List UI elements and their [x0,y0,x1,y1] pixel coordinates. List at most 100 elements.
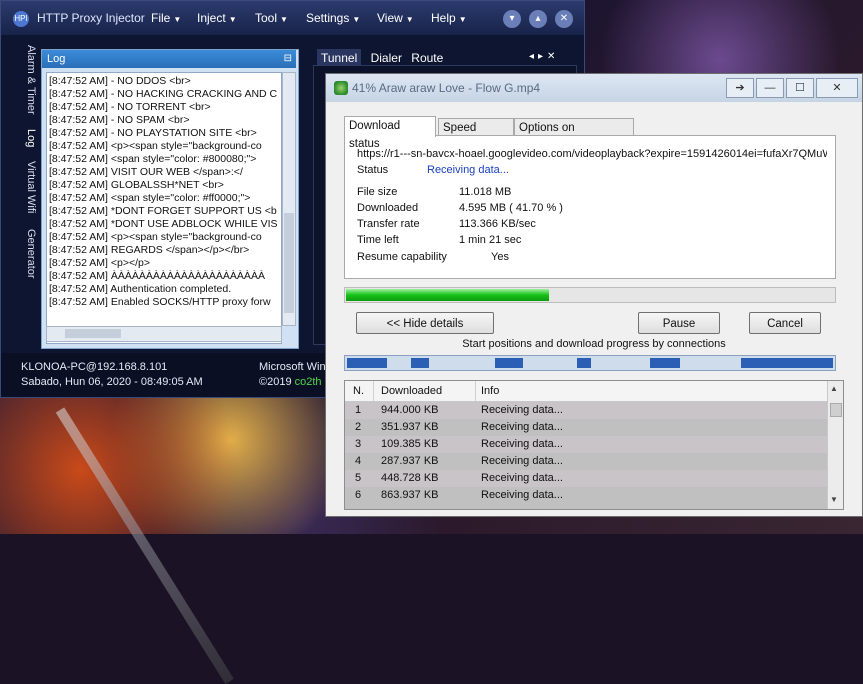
hide-details-button[interactable]: << Hide details [356,312,494,334]
table-row[interactable]: 5 448.728 KB Receiving data... [345,470,829,487]
column-header-downloaded[interactable]: Downloaded [381,385,442,397]
connections-caption: Start positions and download progress by… [462,338,726,350]
transfer-rate-label: Transfer rate [357,218,420,230]
tab-options-on-completion[interactable]: Options on completion [514,118,634,152]
scroll-thumb[interactable] [284,213,294,313]
column-divider[interactable] [373,381,374,401]
resume-capability-label: Resume capability [357,251,447,263]
close-button[interactable]: ✕ [816,78,858,98]
minimize-button[interactable]: — [756,78,784,98]
chevron-down-icon: ▼ [228,15,237,24]
log-line: [8:47:52 AM] <span style="color: #800080… [49,153,257,165]
connection-segment [650,358,680,368]
side-tab-generator[interactable]: Generator [7,229,37,279]
chevron-down-icon: ▼ [352,15,361,24]
table-body: 1 944.000 KB Receiving data... 2 351.937… [345,402,829,509]
log-line: [8:47:52 AM] - NO DDOS <br> [49,75,191,87]
cell-info: Receiving data... [481,472,563,484]
log-line: [8:47:52 AM] GLOBALSSH*NET <br> [49,179,224,191]
connections-table: N. Downloaded Info 1 944.000 KB Receivin… [344,380,844,510]
time-left-value: 1 min 21 sec [459,234,522,246]
connections-progress-bar [344,355,836,371]
table-row[interactable]: 1 944.000 KB Receiving data... [345,402,829,419]
cell-info: Receiving data... [481,489,563,501]
log-panel-title: Log [47,53,66,65]
menu-tool[interactable]: Tool ▼ [255,11,288,25]
pin-icon[interactable]: ⊟ [284,53,292,64]
cell-n: 6 [355,489,362,501]
download-dialog-title-bar[interactable]: 41% Araw araw Love - Flow G.mp4 ➔ — ☐ ✕ [326,74,862,102]
scroll-thumb[interactable] [65,329,121,338]
log-horizontal-scrollbar[interactable] [46,326,282,342]
cell-n: 5 [355,472,362,484]
log-line: [8:47:52 AM] *DONT FORGET SUPPORT US <b [49,205,277,217]
log-panel-header[interactable]: Log ⊟ [42,50,296,68]
chevron-down-icon: ▼ [280,15,288,24]
host-address: KLONOA-PC@192.168.8.101 [21,361,168,373]
menu-view[interactable]: View ▼ [377,11,414,25]
table-row[interactable]: 4 287.937 KB Receiving data... [345,453,829,470]
connection-segment [347,358,387,368]
resume-capability-value: Yes [491,251,509,263]
cell-downloaded: 287.937 KB [381,455,439,467]
cell-info: Receiving data... [481,404,563,416]
log-line: [8:47:52 AM] Enabled SOCKS/HTTP proxy fo… [49,296,271,308]
menu-file[interactable]: File ▼ [151,11,181,25]
downloaded-value: 4.595 MB ( 41.70 % ) [459,202,563,214]
table-row[interactable]: 2 351.937 KB Receiving data... [345,419,829,436]
pause-button[interactable]: Pause [638,312,720,334]
app-title: HTTP Proxy Injector [37,11,145,25]
connection-segment [741,358,833,368]
hpi-title-bar[interactable]: HPI HTTP Proxy Injector File ▼ Inject ▼ To… [1,1,584,35]
scroll-thumb[interactable] [830,403,842,417]
maximize-button[interactable]: ▴ [529,10,547,28]
download-dialog-body: Download status Speed Limiter Options on… [332,104,856,514]
tab-download-status[interactable]: Download status [344,116,436,150]
column-header-n[interactable]: N. [353,385,364,397]
menu-inject[interactable]: Inject ▼ [197,11,237,25]
minimize-button[interactable]: ▾ [503,10,521,28]
table-row[interactable]: 6 863.937 KB Receiving data... [345,487,829,504]
side-tab-alarm-timer[interactable]: Alarm & Timer [7,45,37,115]
tab-speed-limiter[interactable]: Speed Limiter [438,118,514,152]
cancel-button[interactable]: Cancel [749,312,821,334]
side-tab-strip: Alarm & Timer Log Virtual Wifi Generator [7,41,37,341]
log-line: [8:47:52 AM] VISIT OUR WEB </span>:</ [49,166,243,178]
side-tab-virtual-wifi[interactable]: Virtual Wifi [7,161,37,213]
brand-link[interactable]: co2th [295,376,322,388]
table-vertical-scrollbar[interactable]: ▲ ▼ [827,381,843,509]
cell-n: 1 [355,404,362,416]
table-row[interactable]: 3 109.385 KB Receiving data... [345,436,829,453]
cell-n: 2 [355,421,362,433]
connection-segment [411,358,429,368]
column-header-info[interactable]: Info [481,385,499,397]
log-line: [8:47:52 AM] <span style="color: #ff0000… [49,192,251,204]
download-title: 41% Araw araw Love - Flow G.mp4 [352,81,541,95]
log-line: [8:47:52 AM] <p><span style="background-… [49,140,262,152]
file-size-label: File size [357,186,398,198]
log-line: [8:47:52 AM] <p><span style="background-… [49,231,262,243]
close-button[interactable]: ✕ [555,10,573,28]
log-text-area[interactable]: [8:47:52 AM] - NO DDOS <br> [8:47:52 AM]… [46,72,282,344]
log-line: [8:47:52 AM] - NO SPAM <br> [49,114,190,126]
app-logo-icon: HPI [13,11,29,27]
connection-segment [577,358,591,368]
tab-dialer[interactable]: Dialer [371,51,402,65]
cell-downloaded: 448.728 KB [381,472,439,484]
menu-settings[interactable]: Settings ▼ [306,11,360,25]
download-progress-fill [346,289,549,301]
file-size-value: 11.018 MB [459,186,512,198]
log-vertical-scrollbar[interactable] [282,72,296,326]
scroll-down-icon[interactable]: ▼ [830,495,838,504]
cell-downloaded: 863.937 KB [381,489,439,501]
arrow-right-icon[interactable]: ➔ [726,78,754,98]
scroll-up-icon[interactable]: ▲ [830,384,838,393]
menu-help[interactable]: Help ▼ [431,11,467,25]
column-divider[interactable] [475,381,476,401]
tab-route[interactable]: Route [411,51,443,65]
log-line: [8:47:52 AM] ÀÀÀÀÀÀÀÀÀÀÀÀÀÀÀÀÀÀÀÀÀÀ [49,270,265,282]
tab-scroll-arrows[interactable]: ◂▸✕ [529,51,559,62]
log-line: [8:47:52 AM] - NO PLAYSTATION SITE <br> [49,127,257,139]
maximize-button[interactable]: ☐ [786,78,814,98]
side-tab-log[interactable]: Log [7,129,37,147]
